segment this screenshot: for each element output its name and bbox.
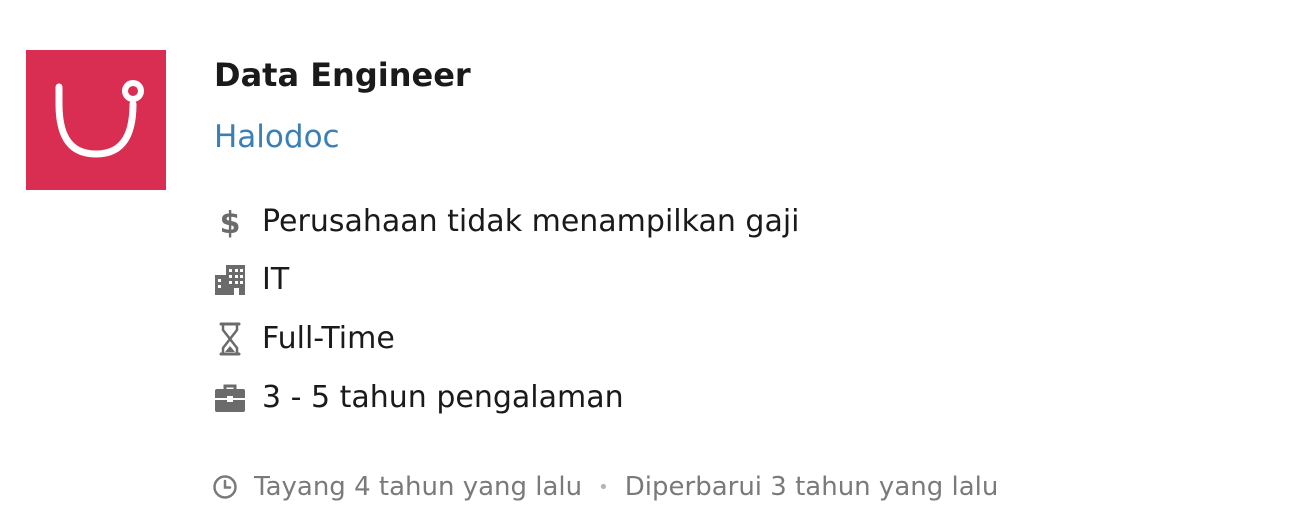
- experience-text: 3 - 5 tahun pengalaman: [262, 380, 624, 415]
- briefcase-icon: [212, 380, 248, 416]
- svg-text:$: $: [220, 206, 241, 240]
- job-title[interactable]: Data Engineer: [214, 54, 471, 96]
- industry-text: IT: [262, 262, 290, 297]
- hourglass-icon: [212, 321, 248, 357]
- clock-icon: [212, 473, 240, 501]
- salary-text: Perusahaan tidak menampilkan gaji: [262, 204, 800, 239]
- company-name-link[interactable]: Halodoc: [214, 116, 340, 158]
- experience-row: 3 - 5 tahun pengalaman: [212, 378, 624, 418]
- building-icon: [212, 262, 248, 298]
- posted-time: Tayang 4 tahun yang lalu: [254, 472, 583, 502]
- stethoscope-icon: [55, 80, 144, 158]
- job-type-row: Full-Time: [212, 319, 395, 359]
- updated-time: Diperbarui 3 tahun yang lalu: [624, 472, 999, 502]
- company-logo[interactable]: [26, 50, 166, 190]
- meta-separator: •: [598, 476, 609, 498]
- job-type-text: Full-Time: [262, 321, 395, 356]
- salary-row: $ Perusahaan tidak menampilkan gaji: [212, 202, 800, 242]
- industry-row: IT: [212, 260, 289, 300]
- posting-meta: Tayang 4 tahun yang lalu • Diperbarui 3 …: [212, 468, 998, 506]
- dollar-icon: $: [212, 204, 248, 240]
